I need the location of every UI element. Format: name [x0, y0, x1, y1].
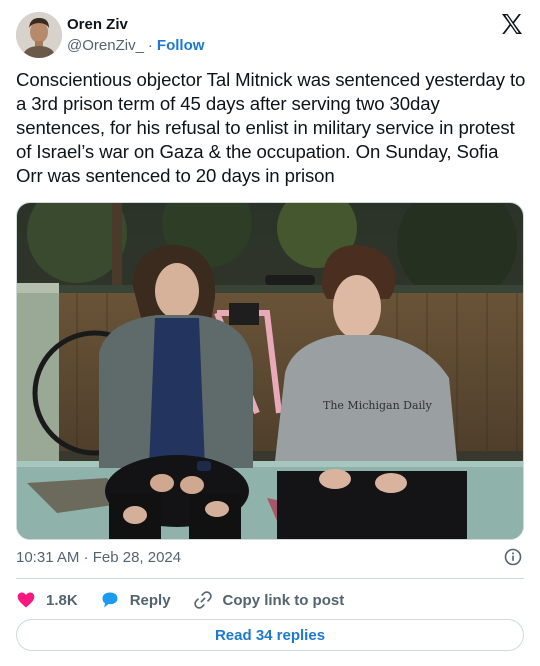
- reply-button[interactable]: Reply: [100, 590, 171, 610]
- reply-label: Reply: [129, 591, 171, 609]
- tweet-header: Oren Ziv @OrenZiv_ · Follow: [16, 12, 524, 60]
- copy-link-button[interactable]: Copy link to post: [193, 590, 345, 610]
- copy-link-label: Copy link to post: [222, 591, 345, 609]
- separator-dot: ·: [147, 37, 153, 54]
- author-meta: @OrenZiv_ · Follow: [67, 37, 204, 54]
- x-logo-icon[interactable]: [500, 12, 524, 36]
- photo-sweatshirt-text: The Michigan Daily: [323, 399, 433, 412]
- like-count: 1.8K: [46, 591, 78, 609]
- avatar[interactable]: [16, 12, 62, 58]
- read-replies-button[interactable]: Read 34 replies: [16, 619, 524, 651]
- tweet-photo[interactable]: The Michigan Daily: [16, 202, 524, 540]
- tweet-text: Conscientious objector Tal Mitnick was s…: [16, 69, 526, 186]
- tweet-card: Oren Ziv @OrenZiv_ · Follow Conscientious …: [0, 0, 540, 666]
- tweet-actions: 1.8K Reply Copy link to post: [16, 588, 366, 612]
- author-handle[interactable]: @OrenZiv_: [67, 37, 144, 54]
- link-icon: [193, 591, 212, 609]
- follow-button[interactable]: Follow: [157, 37, 205, 54]
- tweet-timestamp[interactable]: 10:31 AM · Feb 28, 2024: [16, 549, 181, 566]
- author-name[interactable]: Oren Ziv: [67, 16, 128, 33]
- like-button[interactable]: 1.8K: [16, 590, 78, 610]
- info-icon[interactable]: [504, 548, 522, 566]
- heart-icon: [17, 592, 35, 608]
- speech-bubble-icon: [102, 592, 118, 608]
- divider: [16, 578, 524, 579]
